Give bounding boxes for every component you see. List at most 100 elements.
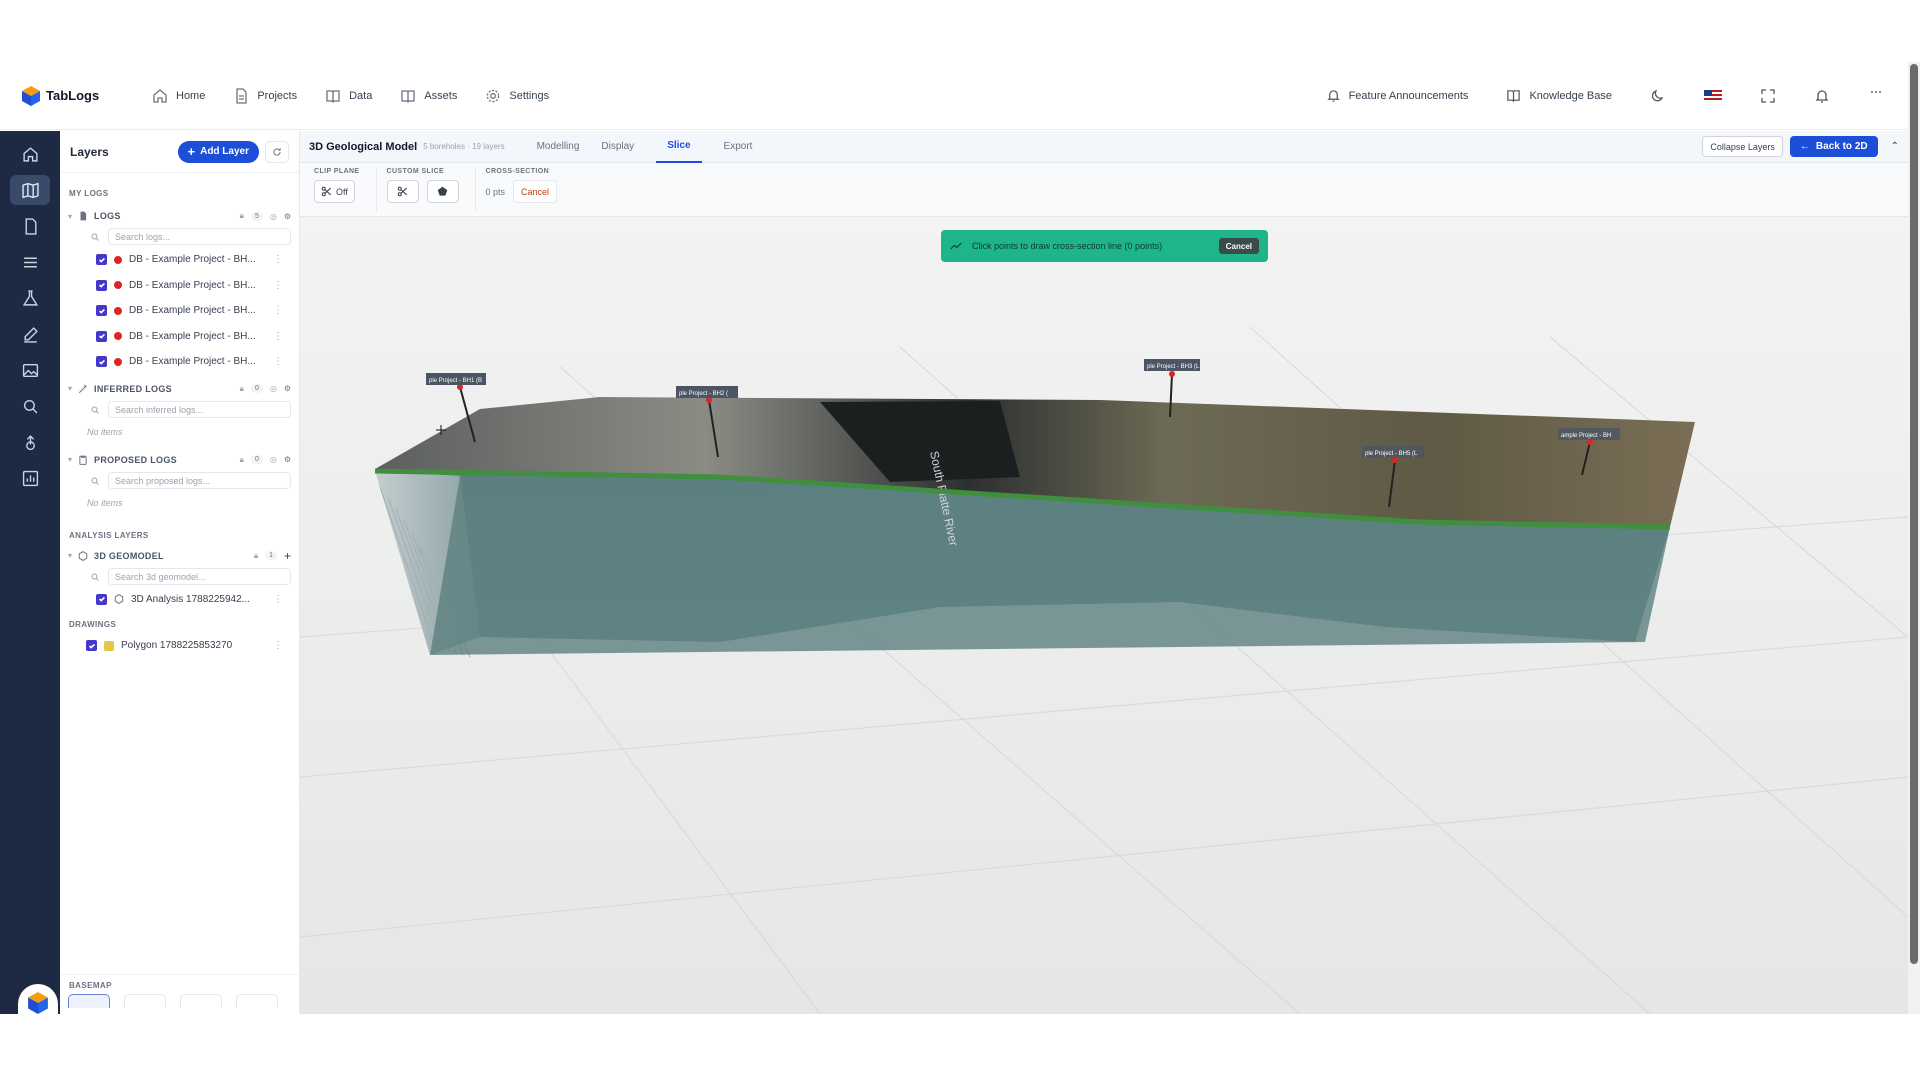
- nav-settings[interactable]: Settings: [485, 88, 549, 104]
- more-icon[interactable]: ⋮: [273, 640, 283, 651]
- notifications-button[interactable]: [1814, 88, 1830, 104]
- back-to-2d-button[interactable]: ← Back to 2D: [1789, 136, 1878, 157]
- gear-icon[interactable]: ⚙: [284, 384, 291, 393]
- more-icon[interactable]: ⋮: [273, 331, 283, 342]
- log-checkbox[interactable]: [96, 254, 107, 266]
- log-item[interactable]: DB - Example Project - BH... ⋮: [60, 324, 299, 350]
- chevron-down-icon[interactable]: ▾: [68, 455, 72, 464]
- rail-edit[interactable]: [10, 319, 50, 349]
- collapse-layers-button[interactable]: Collapse Layers: [1702, 136, 1783, 157]
- basemap-option-terrain[interactable]: [180, 994, 222, 1008]
- geomodel-checkbox[interactable]: [96, 593, 107, 605]
- chevron-up-icon[interactable]: ⌃: [1891, 141, 1899, 152]
- rail-documents[interactable]: [10, 211, 50, 241]
- rail-upload[interactable]: [10, 427, 50, 457]
- theme-toggle[interactable]: [1650, 88, 1666, 104]
- drawing-checkbox[interactable]: [86, 640, 97, 652]
- log-item[interactable]: DB - Example Project - BH... ⋮: [60, 273, 299, 299]
- more-icon[interactable]: ⋮: [273, 280, 283, 291]
- more-icon[interactable]: ⋮: [273, 305, 283, 316]
- gear-icon: [487, 89, 500, 102]
- search-icon: [23, 399, 37, 413]
- chevron-down-icon[interactable]: ▾: [68, 384, 72, 393]
- rail-search[interactable]: [10, 391, 50, 421]
- geomodel-group[interactable]: ▾ 3D GEOMODEL 🔒︎ 1 +: [60, 546, 299, 566]
- tab-slice[interactable]: Slice: [656, 131, 702, 163]
- cross-section-cancel-button[interactable]: Cancel: [513, 180, 558, 203]
- basemap-option-streets[interactable]: [124, 994, 166, 1008]
- search-inferred-logs-input[interactable]: Search inferred logs...: [91, 400, 291, 418]
- basemap-option-grid[interactable]: [236, 994, 278, 1008]
- user-avatar[interactable]: [18, 984, 58, 1014]
- refresh-button[interactable]: [265, 140, 289, 163]
- book-icon: [326, 89, 340, 103]
- app-logo[interactable]: TabLogs: [22, 85, 130, 106]
- toast-cancel-button[interactable]: Cancel: [1218, 238, 1259, 254]
- search-logs-input[interactable]: Search logs...: [91, 228, 291, 245]
- geomodel-item[interactable]: 3D Analysis 1788225942... ⋮: [60, 587, 299, 613]
- nav-projects[interactable]: Projects: [233, 87, 297, 104]
- knowledge-base-link[interactable]: Knowledge Base: [1506, 88, 1612, 103]
- log-checkbox[interactable]: [96, 279, 107, 291]
- custom-slice-cut-button[interactable]: [386, 180, 419, 203]
- proposed-logs-group[interactable]: ▾ PROPOSED LOGS 🔒︎ 0 ◎ ⚙: [60, 450, 299, 470]
- nav-assets[interactable]: Assets: [400, 88, 457, 104]
- search-proposed-logs-input[interactable]: Search proposed logs...: [91, 471, 291, 489]
- more-icon[interactable]: ⋮: [273, 356, 283, 367]
- chevron-down-icon[interactable]: ▾: [68, 212, 72, 221]
- log-name: DB - Example Project - BH...: [129, 330, 256, 342]
- chevron-down-icon[interactable]: ▾: [68, 551, 72, 560]
- log-item[interactable]: DB - Example Project - BH... ⋮: [60, 298, 299, 324]
- clip-plane-toggle[interactable]: Off: [314, 180, 355, 203]
- tab-modelling[interactable]: Modelling: [537, 131, 580, 163]
- slice-controls: CLIP PLANE Off CUSTOM SLICE CROSS-SECTIO…: [300, 163, 1908, 217]
- log-checkbox[interactable]: [96, 356, 107, 368]
- gear-icon[interactable]: ⚙: [284, 455, 291, 464]
- lock-icon[interactable]: 🔒︎: [254, 551, 258, 561]
- search-geomodel-input[interactable]: Search 3d geomodel...: [91, 567, 291, 585]
- nav-home-label: Home: [176, 89, 206, 102]
- clip-plane-value: Off: [336, 186, 348, 197]
- plus-icon[interactable]: +: [284, 549, 291, 563]
- lock-icon[interactable]: 🔒︎: [240, 384, 244, 394]
- eye-off-icon[interactable]: ◎: [270, 212, 277, 221]
- log-item[interactable]: DB - Example Project - BH... ⋮: [60, 247, 299, 273]
- more-icon[interactable]: ⋮: [273, 254, 283, 265]
- basemap-option-satellite[interactable]: [68, 994, 110, 1008]
- log-checkbox[interactable]: [96, 330, 107, 342]
- knowledge-base-label: Knowledge Base: [1529, 89, 1612, 102]
- add-layer-button[interactable]: + Add Layer: [177, 140, 259, 163]
- log-item[interactable]: DB - Example Project - BH... ⋮: [60, 349, 299, 375]
- fullscreen-button[interactable]: [1760, 88, 1776, 104]
- eye-off-icon[interactable]: ◎: [270, 455, 277, 464]
- us-flag-icon[interactable]: [1704, 89, 1722, 102]
- rail-home[interactable]: [10, 139, 50, 169]
- more-icon[interactable]: ⋮: [273, 594, 283, 605]
- tab-export[interactable]: Export: [724, 131, 753, 163]
- 3d-viewport[interactable]: South Platte River ple Project - BH1 (B …: [300, 217, 1908, 1014]
- inferred-logs-group[interactable]: ▾ INFERRED LOGS 🔒︎ 0 ◎ ⚙: [60, 379, 299, 399]
- lock-icon[interactable]: 🔒︎: [240, 211, 244, 221]
- tab-display[interactable]: Display: [601, 131, 634, 163]
- lock-icon[interactable]: 🔒︎: [240, 455, 244, 465]
- logs-group[interactable]: ▾ LOGS 🔒︎ 5 ◎ ⚙: [60, 206, 299, 226]
- scissors-icon: [321, 186, 331, 197]
- rail-list[interactable]: [10, 247, 50, 277]
- drawing-item[interactable]: Polygon 1788225853270 ⋮: [60, 633, 299, 659]
- rail-map[interactable]: [10, 175, 50, 205]
- eye-off-icon[interactable]: ◎: [270, 384, 277, 393]
- rail-images[interactable]: [10, 355, 50, 385]
- nav-data[interactable]: Data: [325, 88, 372, 104]
- feature-announcements-link[interactable]: Feature Announcements: [1326, 88, 1468, 103]
- log-checkbox[interactable]: [96, 305, 107, 317]
- page-scrollbar[interactable]: [1908, 62, 1920, 1014]
- page-scrollbar-thumb[interactable]: [1910, 64, 1918, 964]
- 3d-scene[interactable]: South Platte River ple Project - BH1 (B …: [300, 217, 1908, 1014]
- model-subtitle: 5 boreholes · 19 layers: [423, 142, 505, 151]
- gear-icon[interactable]: ⚙: [284, 212, 291, 221]
- user-menu-button[interactable]: [1868, 88, 1884, 104]
- nav-home[interactable]: Home: [152, 88, 205, 104]
- custom-slice-polygon-button[interactable]: [426, 180, 459, 203]
- rail-reports[interactable]: [10, 463, 50, 493]
- rail-lab[interactable]: [10, 283, 50, 313]
